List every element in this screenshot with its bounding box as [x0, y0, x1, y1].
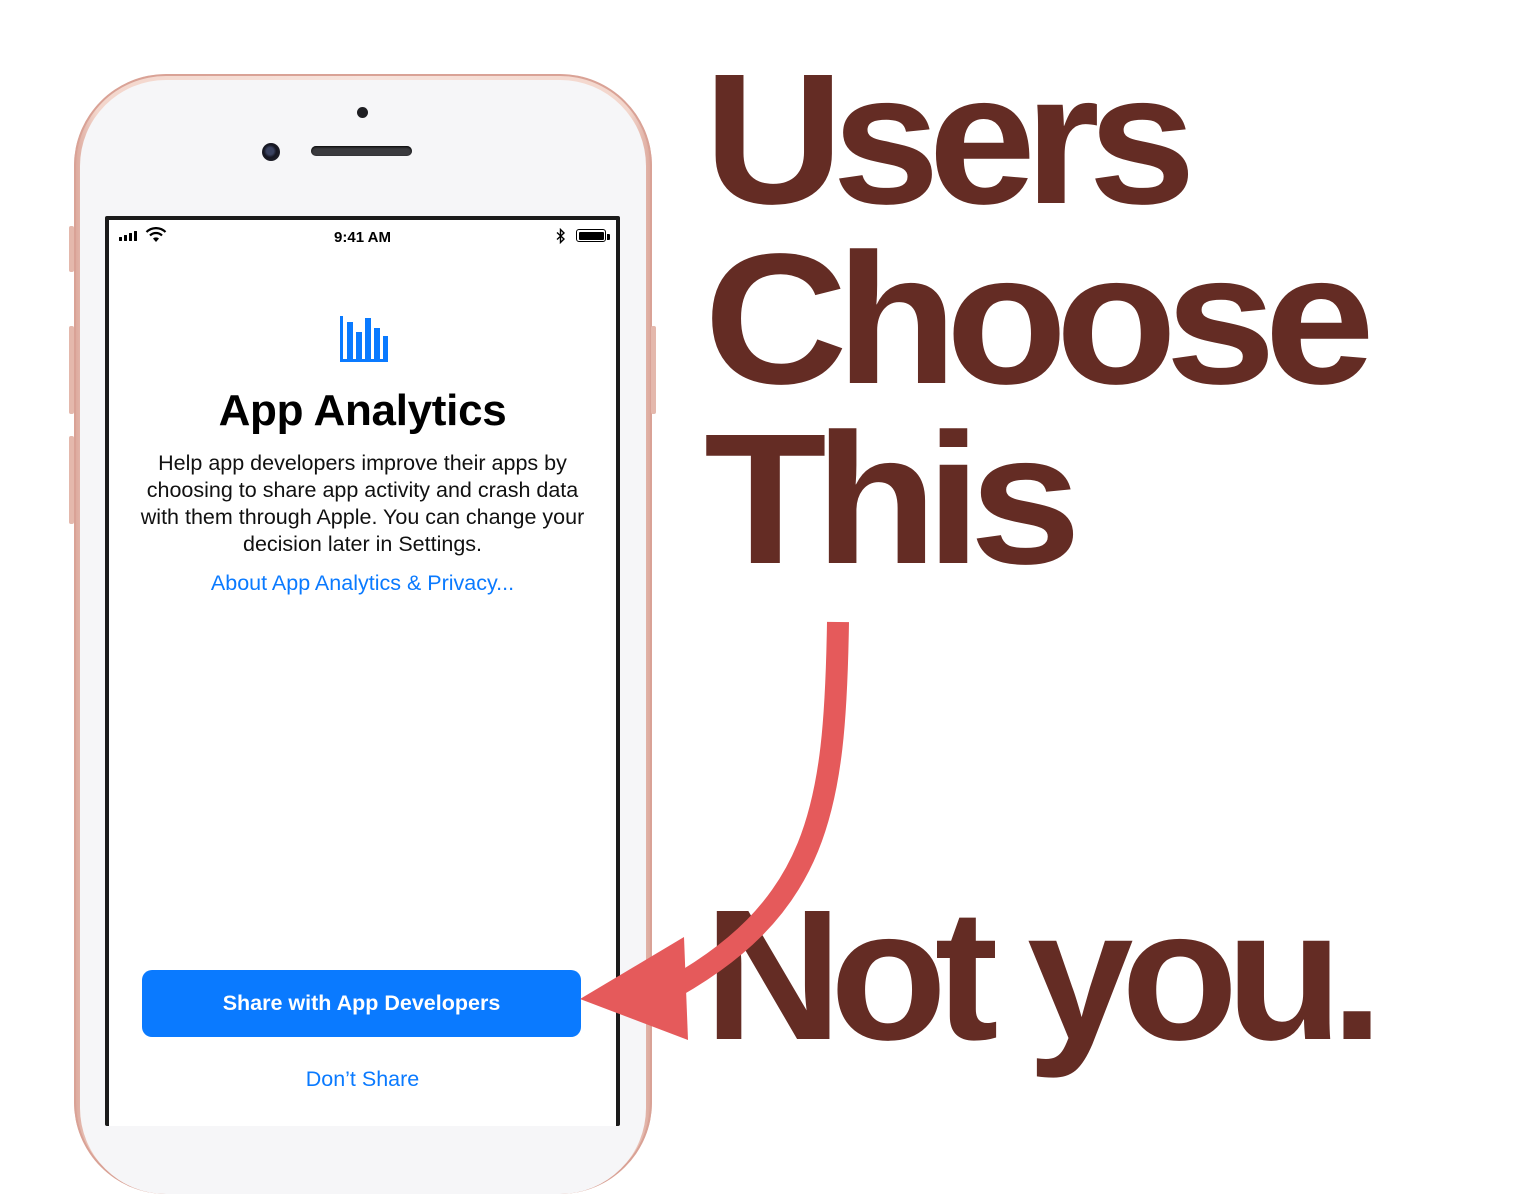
page-description: Help app developers improve their apps b… [140, 451, 585, 556]
battery-icon [576, 229, 606, 242]
status-bar: 9:41 AM [109, 220, 616, 252]
power-button [651, 326, 656, 414]
headline-line-1: Users [704, 36, 1196, 243]
front-camera-icon [262, 143, 280, 161]
display: 9:41 AM App Analytics Help app developer… [109, 220, 616, 1126]
share-with-developers-button[interactable]: Share with App Developers [142, 970, 581, 1037]
headline-line-3: This [704, 396, 1081, 603]
bluetooth-icon [556, 228, 566, 244]
privacy-link[interactable]: About App Analytics & Privacy... [109, 571, 616, 596]
volume-up-button [69, 326, 74, 414]
battery-cap [607, 234, 610, 240]
earpiece-speaker [311, 146, 412, 156]
dont-share-button[interactable]: Don’t Share [109, 1067, 616, 1092]
headline-line-2: Choose [704, 216, 1375, 423]
curved-arrow-icon [580, 621, 849, 1040]
mute-switch [69, 226, 74, 272]
proximity-sensor [357, 107, 368, 118]
phone-screen: 9:41 AM App Analytics Help app developer… [105, 216, 620, 1126]
page-title: App Analytics [218, 386, 507, 435]
bar-chart-icon [340, 316, 388, 362]
status-time: 9:41 AM [334, 229, 391, 246]
volume-down-button [69, 436, 74, 524]
